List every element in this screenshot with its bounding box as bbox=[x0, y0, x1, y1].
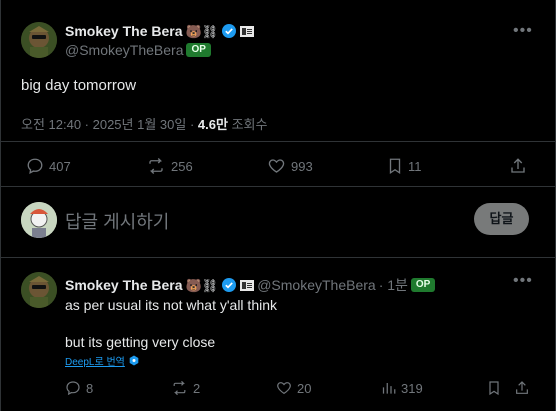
repost-icon bbox=[173, 380, 186, 396]
thread-panel: Smokey The Bera 🐻⛓ @SmokeyTheBera OP •••… bbox=[0, 0, 556, 411]
translate-label[interactable]: DeepL로 번역 bbox=[65, 353, 125, 368]
share-icon bbox=[511, 158, 525, 173]
reply-author-avatar[interactable] bbox=[21, 272, 57, 308]
bookmark-action[interactable]: 11 bbox=[387, 157, 422, 175]
bookmark-action[interactable] bbox=[487, 380, 501, 396]
reply-input[interactable]: 답글 게시하기 bbox=[65, 208, 169, 234]
view-label: 조회수 bbox=[231, 117, 268, 132]
divider bbox=[1, 141, 555, 142]
reply-action[interactable]: 407 bbox=[26, 157, 71, 175]
share-icon bbox=[516, 381, 528, 394]
views-count: 319 bbox=[401, 380, 423, 396]
share-action[interactable] bbox=[514, 380, 530, 396]
reply-text-line-2: but its getting very close bbox=[65, 334, 216, 350]
repost-icon bbox=[149, 158, 163, 174]
verified-badge-icon bbox=[222, 278, 237, 292]
translate-link[interactable]: DeepL로 번역 bbox=[65, 353, 139, 368]
author-handle-row: @SmokeyTheBera OP bbox=[65, 42, 211, 58]
reply-count: 407 bbox=[49, 158, 71, 174]
reply-time[interactable]: · 1분 bbox=[379, 275, 408, 295]
affiliate-flag-icon bbox=[240, 25, 255, 37]
bookmark-icon bbox=[489, 381, 499, 396]
more-options-icon[interactable]: ••• bbox=[513, 22, 533, 40]
name-emojis: 🐻⛓ bbox=[185, 23, 219, 39]
reply-author-row: Smokey The Bera 🐻⛓ @SmokeyTheBera · 1분 O… bbox=[65, 275, 436, 295]
heart-icon bbox=[277, 382, 291, 395]
reply-author-handle[interactable]: @SmokeyTheBera bbox=[257, 277, 375, 293]
repost-count: 256 bbox=[171, 158, 193, 174]
author-avatar[interactable] bbox=[21, 22, 57, 58]
author-display-name[interactable]: Smokey The Bera bbox=[65, 23, 183, 39]
like-count: 993 bbox=[291, 158, 313, 174]
reply-action[interactable]: 8 bbox=[65, 380, 93, 396]
repost-action[interactable]: 256 bbox=[146, 157, 193, 175]
affiliate-flag-icon bbox=[240, 279, 255, 291]
reply-author-display-name[interactable]: Smokey The Bera bbox=[65, 277, 183, 293]
share-action[interactable] bbox=[509, 157, 527, 175]
tweet-timestamp[interactable]: 오전 12:40 · 2025년 1월 30일 · bbox=[21, 117, 198, 132]
op-badge: OP bbox=[186, 43, 211, 57]
reply-icon bbox=[66, 381, 80, 396]
views-chart-icon bbox=[382, 383, 396, 394]
reply-count: 8 bbox=[86, 380, 94, 396]
view-count: 4.6만 bbox=[197, 117, 228, 132]
op-badge: OP bbox=[410, 278, 436, 292]
verified-badge-icon bbox=[222, 24, 237, 38]
reply-submit-button[interactable]: 답글 bbox=[474, 203, 529, 235]
like-count: 20 bbox=[297, 380, 312, 396]
divider bbox=[1, 257, 555, 258]
bookmark-count: 11 bbox=[408, 158, 422, 174]
heart-icon bbox=[268, 159, 285, 173]
views-action[interactable]: 319 bbox=[381, 380, 423, 396]
current-user-avatar[interactable] bbox=[21, 202, 57, 238]
repost-action[interactable]: 2 bbox=[171, 380, 200, 396]
repost-count: 2 bbox=[193, 380, 201, 396]
tweet-text: big day tomorrow bbox=[21, 77, 137, 94]
divider bbox=[1, 186, 555, 187]
author-handle[interactable]: @SmokeyTheBera bbox=[65, 42, 183, 58]
name-emojis: 🐻⛓ bbox=[185, 277, 219, 293]
bookmark-icon bbox=[389, 158, 401, 175]
reply-more-options-icon[interactable]: ••• bbox=[513, 272, 533, 290]
like-action[interactable]: 20 bbox=[276, 380, 311, 396]
like-action[interactable]: 993 bbox=[267, 157, 313, 175]
reply-text-line-1: as per usual its not what y'all think bbox=[65, 297, 278, 313]
deepl-icon bbox=[129, 355, 139, 366]
author-name-row: Smokey The Bera 🐻⛓ bbox=[65, 23, 255, 39]
reply-icon bbox=[27, 158, 43, 174]
tweet-meta: 오전 12:40 · 2025년 1월 30일 · 4.6만 조회수 bbox=[21, 114, 267, 133]
